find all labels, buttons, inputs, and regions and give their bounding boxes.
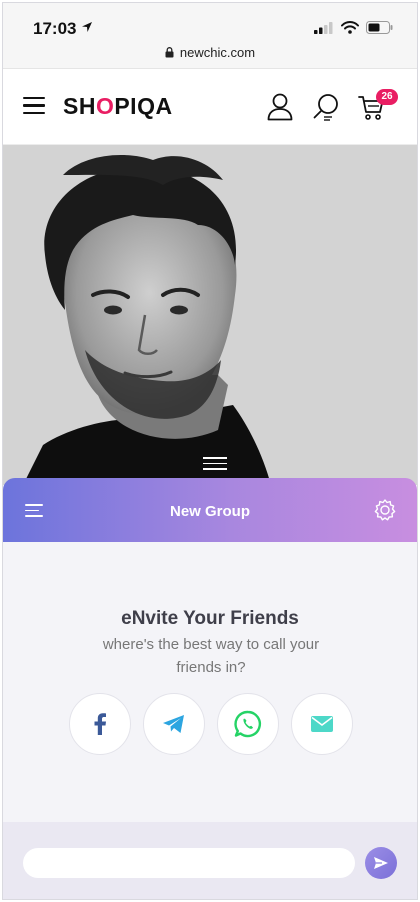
location-arrow-icon — [82, 22, 92, 32]
gear-icon[interactable] — [373, 498, 397, 522]
wifi-icon — [341, 21, 359, 34]
hero-image[interactable] — [3, 145, 417, 485]
share-whatsapp-button[interactable] — [217, 693, 279, 755]
chat-panel-header: New Group — [3, 478, 417, 542]
hamburger-icon[interactable] — [23, 97, 45, 115]
phone-frame: 17:03 newchic.com SHOPIQA 26 New Group e… — [2, 2, 418, 900]
battery-icon — [366, 21, 393, 34]
whatsapp-icon — [234, 710, 261, 738]
signal-icon — [314, 21, 333, 34]
user-icon[interactable] — [267, 93, 293, 121]
status-time: 17:03 — [33, 19, 77, 38]
url-text: newchic.com — [179, 45, 256, 60]
send-button[interactable] — [365, 847, 397, 879]
telegram-icon — [163, 715, 184, 733]
drag-handle[interactable] — [203, 457, 227, 474]
invite-title: eNvite Your Friends — [121, 608, 299, 629]
address-bar[interactable]: newchic.com — [3, 45, 417, 60]
chat-panel-body — [3, 542, 417, 822]
model-portrait — [23, 155, 271, 485]
panel-title: New Group — [169, 503, 250, 520]
search-icon[interactable] — [313, 93, 341, 121]
share-facebook-button[interactable] — [69, 693, 131, 755]
send-icon — [374, 857, 388, 869]
system-icons — [314, 21, 393, 34]
store-header: SHOPIQA 26 — [3, 69, 417, 145]
cart-count-badge: 26 — [376, 89, 398, 105]
facebook-icon — [94, 713, 106, 735]
message-composer — [3, 822, 417, 899]
status-bar: 17:03 newchic.com — [3, 3, 417, 69]
share-email-button[interactable] — [291, 693, 353, 755]
share-telegram-button[interactable] — [143, 693, 205, 755]
store-logo[interactable]: SHOPIQA — [63, 93, 173, 120]
invite-subtitle: where's the best way to call your friend… — [102, 636, 320, 676]
share-options — [69, 693, 353, 755]
message-input[interactable] — [23, 848, 355, 878]
mail-icon — [311, 716, 333, 732]
lock-icon — [165, 47, 174, 58]
